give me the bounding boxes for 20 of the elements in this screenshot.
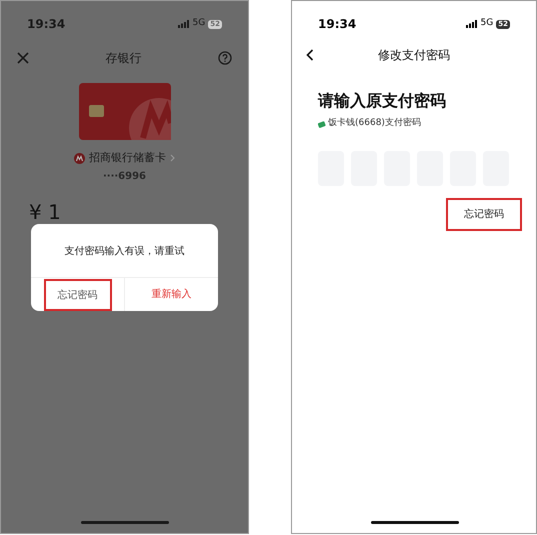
signal-icon bbox=[466, 20, 478, 28]
page-title: 修改支付密码 bbox=[378, 47, 450, 64]
amount-value: ¥ 1 bbox=[29, 202, 62, 222]
card-number: ····6996 bbox=[102, 170, 148, 184]
chevron-icon[interactable] bbox=[170, 154, 175, 162]
network-label: 5G bbox=[480, 17, 494, 30]
back-icon[interactable] bbox=[306, 49, 314, 61]
subtitle: 饭卡钱(6668)支付密码 bbox=[328, 117, 421, 130]
network-label: 5G bbox=[192, 17, 206, 30]
dialog-message: 支付密码输入有误，请重试 bbox=[64, 244, 186, 259]
help-icon[interactable] bbox=[218, 51, 232, 65]
heading: 请输入原支付密码 bbox=[318, 90, 447, 112]
dialog-button[interactable]: 重新输入 bbox=[142, 281, 202, 308]
status-time: 19:34 bbox=[27, 16, 66, 33]
close-icon[interactable] bbox=[17, 52, 29, 64]
status-time: 19:34 bbox=[318, 16, 356, 33]
page-title: 存银行 bbox=[106, 50, 142, 67]
money-icon bbox=[318, 120, 326, 128]
bank-logo-icon bbox=[74, 152, 85, 164]
signal-icon bbox=[178, 20, 190, 28]
